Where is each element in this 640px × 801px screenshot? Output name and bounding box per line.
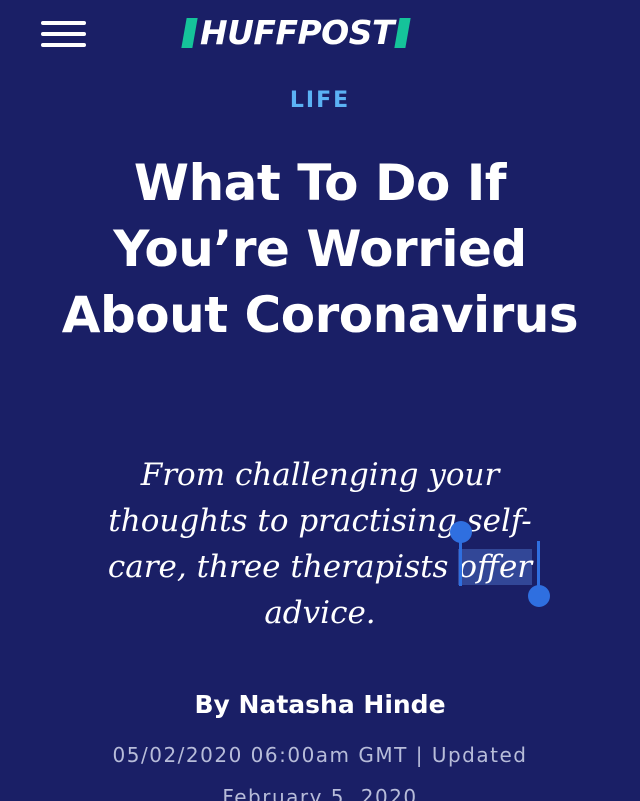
selection-end-handle[interactable] (528, 585, 550, 607)
timestamp: 05/02/2020 06:00am GMT | Updated Februar… (112, 743, 528, 801)
logo-text: HUFFPOST (200, 13, 395, 52)
huffpost-logo[interactable]: HUFFPOST (181, 13, 411, 52)
hamburger-menu-icon[interactable] (41, 18, 87, 50)
section-label[interactable]: LIFE (0, 88, 640, 113)
dek-text-after: advice. (264, 595, 376, 631)
selection-start-caret (459, 538, 462, 586)
byline[interactable]: By Natasha Hinde (0, 690, 640, 719)
selection-end-caret (537, 541, 540, 591)
selected-text[interactable]: offer (458, 549, 533, 585)
article-dek: From challenging your thoughts to practi… (70, 452, 570, 636)
article-headline: What To Do If You’re Worried About Coron… (61, 154, 579, 344)
